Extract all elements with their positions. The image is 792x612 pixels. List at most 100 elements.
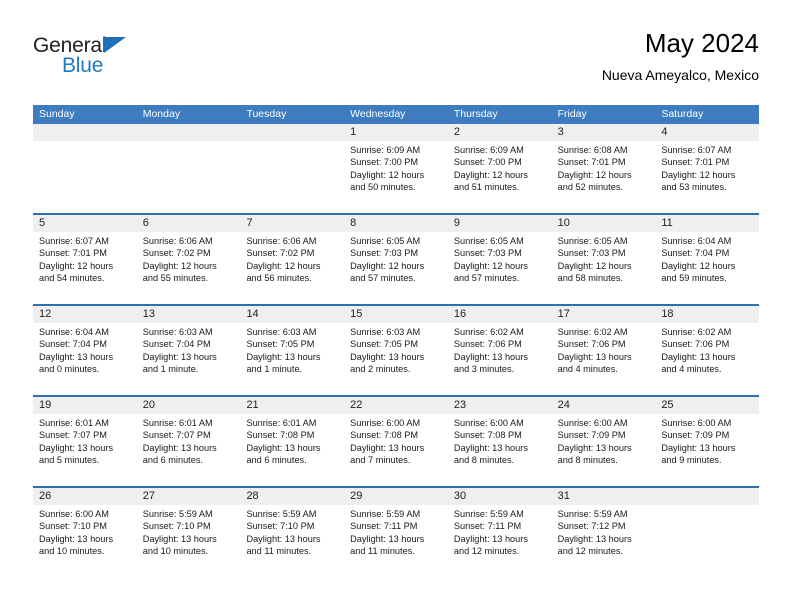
sunrise-text: Sunrise: 6:09 AM [350, 145, 421, 155]
daylight-text-line1: Daylight: 13 hours [453, 442, 528, 453]
daylight-text-line2: and 54 minutes. [39, 273, 105, 284]
daylight-text-line1: Daylight: 12 hours [453, 169, 528, 180]
day-details: Sunrise: 5:59 AM Sunset: 7:11 PM Daylight:… [344, 505, 448, 558]
sunrise-text: Sunrise: 6:05 AM [453, 236, 524, 246]
daylight-text-line1: Daylight: 13 hours [39, 533, 114, 544]
calendar-day-cell[interactable]: 2 Sunrise: 6:09 AM Sunset: 7:00 PM Daylight… [447, 124, 552, 213]
sunset-text: Sunset: 7:12 PM [557, 521, 626, 532]
calendar-day-cell[interactable]: 14 Sunrise: 6:03 AM Sunset: 7:05 PM Dayligh… [240, 306, 345, 395]
calendar-day-cell[interactable]: 16 Sunrise: 6:02 AM Sunset: 7:06 PM Dayligh… [447, 306, 552, 395]
sunset-text: Sunset: 7:05 PM [246, 339, 315, 350]
daylight-text-line2: and 56 minutes. [246, 273, 312, 284]
calendar-day-cell[interactable]: 28 Sunrise: 5:59 AM Sunset: 7:10 PM Dayligh… [240, 488, 345, 577]
sunrise-text: Sunrise: 6:00 AM [39, 509, 109, 519]
calendar-day-cell[interactable]: 11 Sunrise: 6:04 AM Sunset: 7:04 PM Dayligh… [655, 215, 760, 304]
daylight-text-line1: Daylight: 13 hours [142, 442, 217, 453]
sunrise-text: Sunrise: 6:07 AM [39, 236, 109, 246]
page-subtitle: Nueva Ameyalco, Mexico [601, 67, 759, 83]
day-number: 4 [655, 124, 760, 141]
day-details: Sunrise: 6:02 AM Sunset: 7:06 PM Daylight:… [655, 323, 759, 376]
calendar-day-cell[interactable]: 22 Sunrise: 6:00 AM Sunset: 7:08 PM Dayligh… [344, 397, 448, 486]
weekday-friday: Friday [557, 108, 587, 120]
sunset-text: Sunset: 7:11 PM [453, 521, 522, 532]
sunrise-text: Sunrise: 6:08 AM [557, 145, 628, 155]
sunset-text: Sunset: 7:11 PM [350, 521, 418, 532]
sunset-text: Sunset: 7:06 PM [557, 339, 626, 350]
calendar-day-cell[interactable]: 3 Sunrise: 6:08 AM Sunset: 7:01 PM Daylight… [551, 124, 656, 213]
weekday-header-row: Sunday Monday Tuesday Wednesday Thursday… [33, 105, 759, 124]
calendar-day-cell[interactable]: 9 Sunrise: 6:05 AM Sunset: 7:03 PM Daylight… [447, 215, 552, 304]
day-number: 16 [447, 306, 552, 323]
sunset-text: Sunset: 7:05 PM [350, 339, 419, 350]
calendar-day-cell[interactable]: 21 Sunrise: 6:01 AM Sunset: 7:08 PM Dayligh… [240, 397, 345, 486]
sunset-text: Sunset: 7:06 PM [453, 339, 522, 350]
daylight-text-line2: and 11 minutes. [350, 546, 415, 557]
sunrise-text: Sunrise: 6:01 AM [39, 418, 109, 428]
calendar-day-cell[interactable]: 8 Sunrise: 6:05 AM Sunset: 7:03 PM Daylight… [344, 215, 448, 304]
weekday-thursday: Thursday [453, 108, 498, 120]
daylight-text-line1: Daylight: 13 hours [557, 351, 632, 362]
calendar-day-cell[interactable]: 30 Sunrise: 5:59 AM Sunset: 7:11 PM Dayligh… [447, 488, 552, 577]
sunset-text: Sunset: 7:00 PM [350, 157, 419, 168]
calendar-day-empty [655, 488, 760, 577]
sunrise-text: Sunrise: 6:04 AM [661, 236, 732, 246]
day-number: 14 [240, 306, 345, 323]
daylight-text-line1: Daylight: 12 hours [142, 260, 217, 271]
calendar-day-cell[interactable]: 10 Sunrise: 6:05 AM Sunset: 7:03 PM Dayligh… [551, 215, 656, 304]
weeks-container: 1 Sunrise: 6:09 AM Sunset: 7:00 PM Daylight… [33, 124, 760, 577]
calendar-day-cell[interactable]: 18 Sunrise: 6:02 AM Sunset: 7:06 PM Dayligh… [655, 306, 760, 395]
sunset-text: Sunset: 7:02 PM [246, 248, 315, 259]
day-number: 20 [136, 397, 241, 414]
calendar-day-cell[interactable]: 25 Sunrise: 6:00 AM Sunset: 7:09 PM Dayligh… [655, 397, 760, 486]
daylight-text-line2: and 2 minutes. [350, 364, 411, 375]
calendar-day-cell[interactable]: 29 Sunrise: 5:59 AM Sunset: 7:11 PM Dayligh… [344, 488, 448, 577]
calendar-day-cell[interactable]: 6 Sunrise: 6:06 AM Sunset: 7:02 PM Daylight… [136, 215, 241, 304]
daylight-text-line2: and 6 minutes. [142, 455, 203, 466]
sunrise-text: Sunrise: 6:02 AM [661, 327, 732, 337]
calendar-day-cell[interactable]: 13 Sunrise: 6:03 AM Sunset: 7:04 PM Dayligh… [136, 306, 241, 395]
sunrise-text: Sunrise: 6:07 AM [661, 145, 732, 155]
sunrise-text: Sunrise: 6:00 AM [350, 418, 421, 428]
weekday-sunday: Sunday [39, 108, 75, 120]
day-details: Sunrise: 5:59 AM Sunset: 7:10 PM Daylight:… [137, 505, 241, 558]
calendar-day-cell[interactable]: 1 Sunrise: 6:09 AM Sunset: 7:00 PM Daylight… [344, 124, 448, 213]
daylight-text-line2: and 5 minutes. [39, 455, 100, 466]
daylight-text-line1: Daylight: 12 hours [453, 260, 528, 271]
calendar-day-cell[interactable]: 24 Sunrise: 6:00 AM Sunset: 7:09 PM Dayligh… [551, 397, 656, 486]
sunrise-text: Sunrise: 5:59 AM [557, 509, 628, 519]
sunrise-text: Sunrise: 5:59 AM [453, 509, 524, 519]
day-number: 10 [551, 215, 656, 232]
day-number: 15 [344, 306, 448, 323]
calendar-day-cell[interactable]: 5 Sunrise: 6:07 AM Sunset: 7:01 PM Daylight… [33, 215, 137, 304]
calendar-day-cell[interactable]: 4 Sunrise: 6:07 AM Sunset: 7:01 PM Daylight… [655, 124, 760, 213]
calendar-day-cell[interactable]: 15 Sunrise: 6:03 AM Sunset: 7:05 PM Dayligh… [344, 306, 448, 395]
sunrise-text: Sunrise: 5:59 AM [350, 509, 421, 519]
calendar-day-cell[interactable]: 23 Sunrise: 6:00 AM Sunset: 7:08 PM Dayligh… [447, 397, 552, 486]
daylight-text-line1: Daylight: 13 hours [557, 533, 632, 544]
calendar-day-cell[interactable]: 19 Sunrise: 6:01 AM Sunset: 7:07 PM Dayligh… [33, 397, 137, 486]
sunset-text: Sunset: 7:07 PM [142, 430, 211, 441]
day-details: Sunrise: 6:00 AM Sunset: 7:08 PM Daylight:… [344, 414, 448, 467]
day-number: 17 [551, 306, 656, 323]
weekday-wednesday: Wednesday [350, 108, 406, 120]
sunrise-text: Sunrise: 6:01 AM [246, 418, 317, 428]
daylight-text-line2: and 58 minutes. [557, 273, 623, 284]
day-number: 24 [551, 397, 656, 414]
calendar-day-cell[interactable]: 27 Sunrise: 5:59 AM Sunset: 7:10 PM Dayligh… [136, 488, 241, 577]
sunset-text: Sunset: 7:04 PM [142, 339, 211, 350]
day-details: Sunrise: 6:03 AM Sunset: 7:04 PM Daylight:… [137, 323, 241, 376]
calendar-day-cell[interactable]: 7 Sunrise: 6:06 AM Sunset: 7:02 PM Daylight… [240, 215, 345, 304]
sunrise-text: Sunrise: 6:05 AM [350, 236, 421, 246]
calendar-day-cell[interactable]: 20 Sunrise: 6:01 AM Sunset: 7:07 PM Dayligh… [136, 397, 241, 486]
calendar-day-cell[interactable]: 12 Sunrise: 6:04 AM Sunset: 7:04 PM Dayligh… [33, 306, 137, 395]
calendar-day-cell[interactable]: 31 Sunrise: 5:59 AM Sunset: 7:12 PM Dayligh… [551, 488, 656, 577]
calendar-day-cell[interactable]: 26 Sunrise: 6:00 AM Sunset: 7:10 PM Dayligh… [33, 488, 137, 577]
day-number: 2 [447, 124, 552, 141]
day-details: Sunrise: 6:07 AM Sunset: 7:01 PM Daylight:… [655, 141, 759, 194]
daylight-text-line2: and 59 minutes. [661, 273, 727, 284]
calendar-day-cell[interactable]: 17 Sunrise: 6:02 AM Sunset: 7:06 PM Dayligh… [551, 306, 656, 395]
daylight-text-line1: Daylight: 12 hours [350, 169, 425, 180]
calendar-week-row: 19 Sunrise: 6:01 AM Sunset: 7:07 PM Dayligh… [33, 395, 760, 486]
sunset-text: Sunset: 7:02 PM [142, 248, 211, 259]
daylight-text-line2: and 55 minutes. [142, 273, 209, 284]
